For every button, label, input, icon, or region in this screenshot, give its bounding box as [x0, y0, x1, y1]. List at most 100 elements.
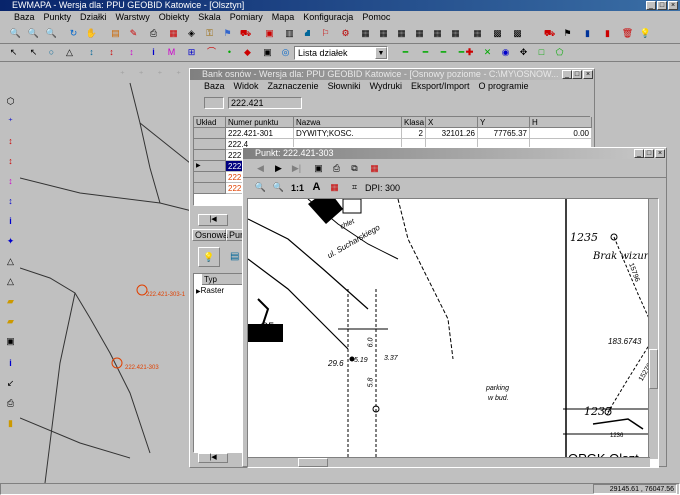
scan-hscrollbar[interactable] [248, 457, 650, 467]
bank-search-input[interactable]: 222.421 [228, 97, 302, 109]
menu-punkty[interactable]: Punkty [44, 12, 72, 22]
menu-pomiary[interactable]: Pomiary [230, 12, 263, 22]
col-x[interactable]: X [426, 117, 478, 128]
crop-icon[interactable]: ⌗ [347, 180, 362, 195]
last-record-icon[interactable]: ▶| [289, 161, 304, 176]
menu-warstwy[interactable]: Warstwy [116, 12, 150, 22]
copy-icon[interactable]: ⧉ [347, 161, 362, 176]
punkt-maximize-button[interactable]: □ [644, 149, 654, 158]
scroll-thumb[interactable] [649, 349, 658, 389]
star-icon[interactable]: ✦ [3, 234, 18, 249]
measure-icon[interactable]: M [164, 45, 179, 60]
row-indicator[interactable] [194, 128, 226, 139]
col-y[interactable]: Y [478, 117, 530, 128]
point-icon[interactable]: ○ [44, 45, 59, 60]
dot-icon[interactable]: • [222, 45, 237, 60]
info-blue-icon[interactable]: i [3, 214, 18, 229]
row-indicator[interactable]: ▶ [194, 161, 226, 172]
folder-icon-2[interactable]: ▰ [3, 314, 18, 329]
punkt-minimize-button[interactable]: _ [634, 149, 644, 158]
bulb-icon[interactable]: 💡 [638, 26, 653, 41]
car-icon[interactable]: ⛟ [238, 26, 253, 41]
info-icon[interactable]: i [146, 45, 161, 60]
layers-icon[interactable]: ▤ [108, 26, 123, 41]
layer-select[interactable]: Lista działek ▼ [294, 46, 388, 60]
menu-dzialki[interactable]: Działki [80, 12, 107, 22]
stamp-icon[interactable]: ⚑ [220, 26, 235, 41]
tab-osnowa[interactable]: Osnowa [192, 229, 228, 241]
plot-icon[interactable]: ⊞ [184, 45, 199, 60]
disk-icon[interactable]: ▣ [3, 334, 18, 349]
col-h[interactable]: H [530, 117, 592, 128]
square-icon[interactable]: □ [534, 45, 549, 60]
dim-icon-3[interactable]: ↕ [124, 45, 139, 60]
grid-icon-3[interactable]: ▩ [490, 26, 505, 41]
dim-red-icon[interactable]: ↕ [3, 134, 18, 149]
zoom-out-icon[interactable]: 🔍 [26, 26, 41, 41]
key-icon[interactable]: ⚿ [202, 26, 217, 41]
table-icon-5[interactable]: ▦ [430, 26, 445, 41]
table-icon-1[interactable]: ▦ [358, 26, 373, 41]
point-add-icon[interactable]: ⁺ [3, 114, 18, 129]
row-indicator[interactable] [194, 172, 226, 183]
node-arrow-icon[interactable]: ↖ [26, 45, 41, 60]
trash-icon[interactable]: 🗑 [620, 26, 635, 41]
bank-menu-zaznaczenie[interactable]: Zaznaczenie [268, 81, 319, 91]
flag-icon[interactable]: ⚐ [318, 26, 333, 41]
book-icon[interactable]: ▮ [580, 26, 595, 41]
folder-icon[interactable]: ▰ [3, 294, 18, 309]
grid-icon-4[interactable]: ▩ [510, 26, 525, 41]
hscroll-thumb[interactable] [298, 458, 328, 467]
menu-konfiguracja[interactable]: Konfiguracja [303, 12, 353, 22]
nav-prev-button[interactable]: |◀ [198, 214, 228, 226]
scan-vscrollbar[interactable] [648, 199, 658, 459]
doc-icon[interactable]: ▤ [230, 251, 242, 265]
zoom-out-image-icon[interactable]: 🔍 [271, 180, 286, 195]
map-point-label-2[interactable]: 222.421-303 [125, 365, 159, 371]
zoom-1-1-button[interactable]: 1:1 [291, 183, 304, 193]
col-klasa[interactable]: Klasa [402, 117, 426, 128]
triangle-icon[interactable]: △ [62, 45, 77, 60]
stack-icon[interactable]: ▣ [260, 45, 275, 60]
bank-menu-oprogramie[interactable]: O programie [479, 81, 529, 91]
dim-blue-icon[interactable]: ↕ [3, 194, 18, 209]
info-icon-2[interactable]: i [3, 356, 18, 371]
cross-green-icon[interactable]: ✕ [480, 45, 495, 60]
bank-minimize-button[interactable]: _ [562, 70, 572, 79]
car-icon-2[interactable]: ⛟ [542, 26, 557, 41]
table-cell-klasa[interactable]: 2 [402, 128, 426, 139]
refresh-icon[interactable]: ↻ [66, 26, 81, 41]
triangle-tool-icon[interactable]: △ [3, 254, 18, 269]
bank-menu-slowniki[interactable]: Słowniki [328, 81, 361, 91]
bank-close-button[interactable]: × [583, 70, 593, 79]
print-image-icon[interactable]: ⎙ [329, 161, 344, 176]
arrow-tool-icon[interactable]: ↙ [3, 376, 18, 391]
pencil-icon[interactable]: ✎ [126, 26, 141, 41]
table-icon-2[interactable]: ▦ [376, 26, 391, 41]
color-grid-icon[interactable]: ▦ [327, 180, 342, 195]
layer-prop-icon[interactable]: ◎ [278, 45, 293, 60]
compass-icon[interactable]: ◈ [184, 26, 199, 41]
bus-icon[interactable]: ⛘ [300, 26, 315, 41]
cross-red-icon[interactable]: ✚ [462, 45, 477, 60]
line-tool-2[interactable]: ━ [418, 45, 433, 60]
col-nazwa[interactable]: Nazwa [294, 117, 402, 128]
book-icon-2[interactable]: ▮ [3, 416, 18, 431]
move-icon[interactable]: ✥ [516, 45, 531, 60]
bank-maximize-button[interactable]: □ [572, 70, 582, 79]
printer-icon[interactable]: ⎙ [3, 396, 18, 411]
menu-baza[interactable]: Baza [14, 12, 35, 22]
table-cell-x[interactable]: 32101.26 [426, 128, 478, 139]
table-icon-6[interactable]: ▦ [448, 26, 463, 41]
table-cell-y[interactable]: 77765.37 [478, 128, 530, 139]
bulb-button[interactable]: 💡 [198, 247, 220, 267]
stamp-icon-2[interactable]: ⚑ [560, 26, 575, 41]
bank-toolbar-button[interactable] [204, 97, 224, 109]
dim-purple-icon[interactable]: ↕ [3, 174, 18, 189]
table-cell-name[interactable]: DYWITY;KOSC. [294, 128, 402, 139]
print-icon[interactable]: ⎙ [146, 26, 161, 41]
menu-pomoc[interactable]: Pomoc [362, 12, 390, 22]
table-icon-3[interactable]: ▦ [394, 26, 409, 41]
table-cell-h[interactable]: 0.00 [530, 128, 592, 139]
bank-bottom-nav[interactable]: |◀ [198, 453, 228, 463]
